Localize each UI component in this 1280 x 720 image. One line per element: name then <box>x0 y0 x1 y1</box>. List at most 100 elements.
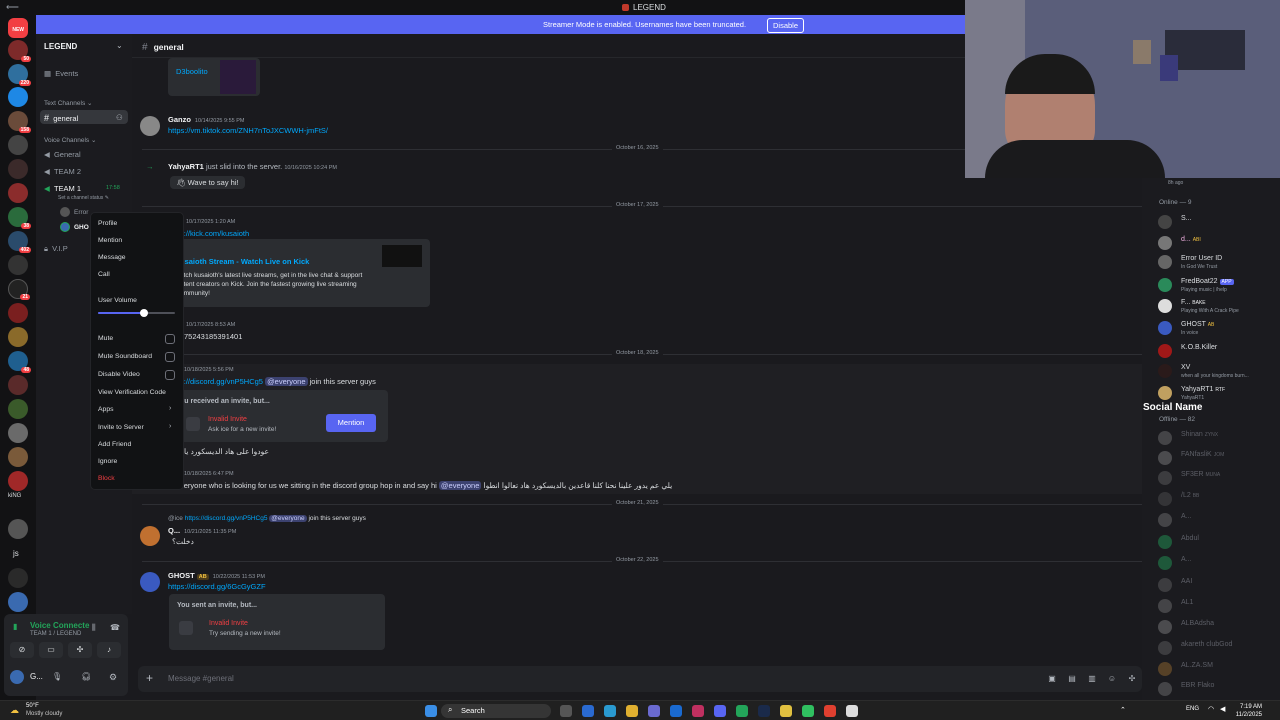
server-icon[interactable] <box>8 375 28 395</box>
server-icon[interactable]: 38 <box>8 207 31 229</box>
chrome-icon[interactable] <box>824 705 836 717</box>
disconnect-icon[interactable]: ☎ <box>110 623 120 632</box>
gif-icon[interactable]: ▤ <box>1067 674 1077 684</box>
voice-connected-label[interactable]: Voice Connecte <box>30 621 89 630</box>
menu-item-mute-soundboard[interactable]: Mute Soundboard <box>98 353 152 360</box>
server-icon[interactable] <box>8 87 28 107</box>
avatar[interactable] <box>10 670 24 684</box>
activities-button[interactable]: ✣ <box>68 642 92 658</box>
soundboard-button[interactable]: ♪ <box>97 642 121 658</box>
server-icon[interactable] <box>8 423 28 443</box>
app-icon[interactable] <box>780 705 792 717</box>
disable-streamer-mode-button[interactable]: Disable <box>767 18 805 33</box>
server-icon[interactable] <box>8 471 28 491</box>
menu-item-profile[interactable]: Profile <box>98 220 117 227</box>
avatar[interactable] <box>140 526 160 546</box>
embed-author-link[interactable]: D3boolito <box>176 67 208 76</box>
reply-preview[interactable]: @ice https://discord.gg/vnP5HCg5 @everyo… <box>168 515 366 522</box>
whatsapp-icon[interactable] <box>736 705 748 717</box>
server-icon[interactable]: 402 <box>8 231 31 253</box>
microphone-icon[interactable]: 🎙︎ <box>52 672 62 681</box>
server-icon[interactable]: 220 <box>8 64 31 86</box>
server-icon[interactable] <box>8 592 28 612</box>
emoji-icon[interactable]: ☺ <box>1107 674 1117 684</box>
wifi-icon[interactable]: ◠ <box>1208 705 1214 713</box>
server-icon[interactable]: 50 <box>8 40 31 62</box>
voice-channel-vip[interactable]: 🔒︎ V.I.P <box>44 244 68 254</box>
voice-member-name[interactable]: Error <box>74 209 88 216</box>
message-author[interactable]: GHOST AB 10/22/2025 11:53 PM <box>168 571 265 580</box>
plus-icon[interactable]: + <box>146 671 153 685</box>
screen-share-button[interactable]: ▭ <box>39 642 63 658</box>
steam-icon[interactable] <box>758 705 770 717</box>
headphones-icon[interactable]: 🎧︎ <box>81 672 91 681</box>
volume-slider-handle[interactable] <box>140 309 149 317</box>
mute-checkbox[interactable] <box>165 334 175 344</box>
voice-channel-path[interactable]: TEAM 1 / LEGEND <box>30 631 81 637</box>
guild-name[interactable]: LEGEND <box>44 42 77 51</box>
app-icon[interactable] <box>582 705 594 717</box>
gift-icon[interactable]: ▣ <box>1047 674 1057 684</box>
message-input[interactable]: Message #general <box>168 674 234 683</box>
server-icon[interactable]: 158 <box>8 111 31 133</box>
server-icon[interactable] <box>8 135 28 155</box>
server-icon[interactable] <box>8 327 28 347</box>
server-icon[interactable] <box>8 183 28 203</box>
back-arrow-icon[interactable]: ⟵ <box>6 2 19 13</box>
server-text-icon[interactable]: kiNG <box>8 493 21 499</box>
voice-channel-team1[interactable]: ◀ TEAM 1 <box>44 184 81 193</box>
message-link[interactable]: s://kick.com/kusaioth <box>180 229 249 238</box>
current-user-name[interactable]: G... <box>30 672 43 681</box>
server-icon[interactable] <box>8 255 28 275</box>
noise-suppression-icon[interactable]: ⫼ <box>92 623 96 633</box>
server-text-icon[interactable]: js <box>13 549 19 558</box>
task-view-icon[interactable] <box>560 705 572 717</box>
file-explorer-icon[interactable] <box>626 705 638 717</box>
server-icon[interactable] <box>8 159 28 179</box>
message-link[interactable]: https://vm.tiktok.com/ZNH7nToJXCWWH-jmFt… <box>168 126 328 135</box>
voice-member-name[interactable]: GHO <box>74 224 89 231</box>
disable-video-checkbox[interactable] <box>165 370 175 380</box>
server-icon[interactable]: NEW <box>8 18 28 38</box>
menu-item-call[interactable]: Call <box>98 271 110 278</box>
volume-icon[interactable]: ◀ <box>1220 705 1225 713</box>
message-composer[interactable]: + Message #general ▣ ▤ ▥ ☺ ✣ <box>138 666 1142 692</box>
app-icon[interactable] <box>802 705 814 717</box>
app-icon[interactable] <box>846 705 858 717</box>
app-icon[interactable] <box>692 705 704 717</box>
menu-item-block[interactable]: Block <box>98 475 115 482</box>
camera-off-button[interactable]: ⊘ <box>10 642 34 658</box>
server-icon[interactable] <box>8 303 28 323</box>
sticker-icon[interactable]: ▥ <box>1087 674 1097 684</box>
server-icon[interactable] <box>8 399 28 419</box>
menu-item-apps[interactable]: Apps <box>98 406 114 413</box>
menu-item-mute[interactable]: Mute <box>98 335 113 342</box>
add-member-icon[interactable]: ⚇ <box>116 113 123 122</box>
menu-item-disable-video[interactable]: Disable Video <box>98 371 140 378</box>
mute-soundboard-checkbox[interactable] <box>165 352 175 362</box>
menu-item-invite[interactable]: Invite to Server <box>98 424 144 431</box>
server-icon[interactable]: 48 <box>8 351 31 373</box>
avatar[interactable] <box>140 116 160 136</box>
menu-item-view-code[interactable]: View Verification Code <box>98 389 166 396</box>
language-indicator[interactable]: ENG <box>1186 706 1199 712</box>
message-link[interactable]: https://discord.gg/6GcGyGZF <box>168 582 266 591</box>
wave-button[interactable]: 👋︎ Wave to say hi! <box>170 176 245 189</box>
gear-icon[interactable]: ⚙ <box>109 672 117 683</box>
embed-title[interactable]: usaioth Stream - Watch Live on Kick <box>180 257 309 266</box>
menu-item-ignore[interactable]: Ignore <box>98 458 117 465</box>
menu-item-mention[interactable]: Mention <box>98 237 122 244</box>
mention-button[interactable]: Mention <box>326 414 376 432</box>
edge-icon[interactable] <box>604 705 616 717</box>
apps-icon[interactable]: ✣ <box>1127 674 1137 684</box>
server-icon[interactable] <box>8 447 28 467</box>
voice-channel-team2[interactable]: ◀ TEAM 2 <box>44 167 81 176</box>
outlook-icon[interactable] <box>670 705 682 717</box>
discord-icon[interactable] <box>714 705 726 717</box>
text-channels-category[interactable]: Text Channels ⌄ <box>44 99 92 107</box>
clock[interactable]: 7:19 AM 11/2/2025 <box>1232 703 1262 719</box>
message-author[interactable]: Ganzo 10/14/2025 9:55 PM <box>168 115 244 124</box>
chevron-up-icon[interactable]: ⌃ <box>1120 706 1126 714</box>
server-icon[interactable] <box>8 568 28 588</box>
events-item[interactable]: ▦ Events <box>44 69 78 78</box>
